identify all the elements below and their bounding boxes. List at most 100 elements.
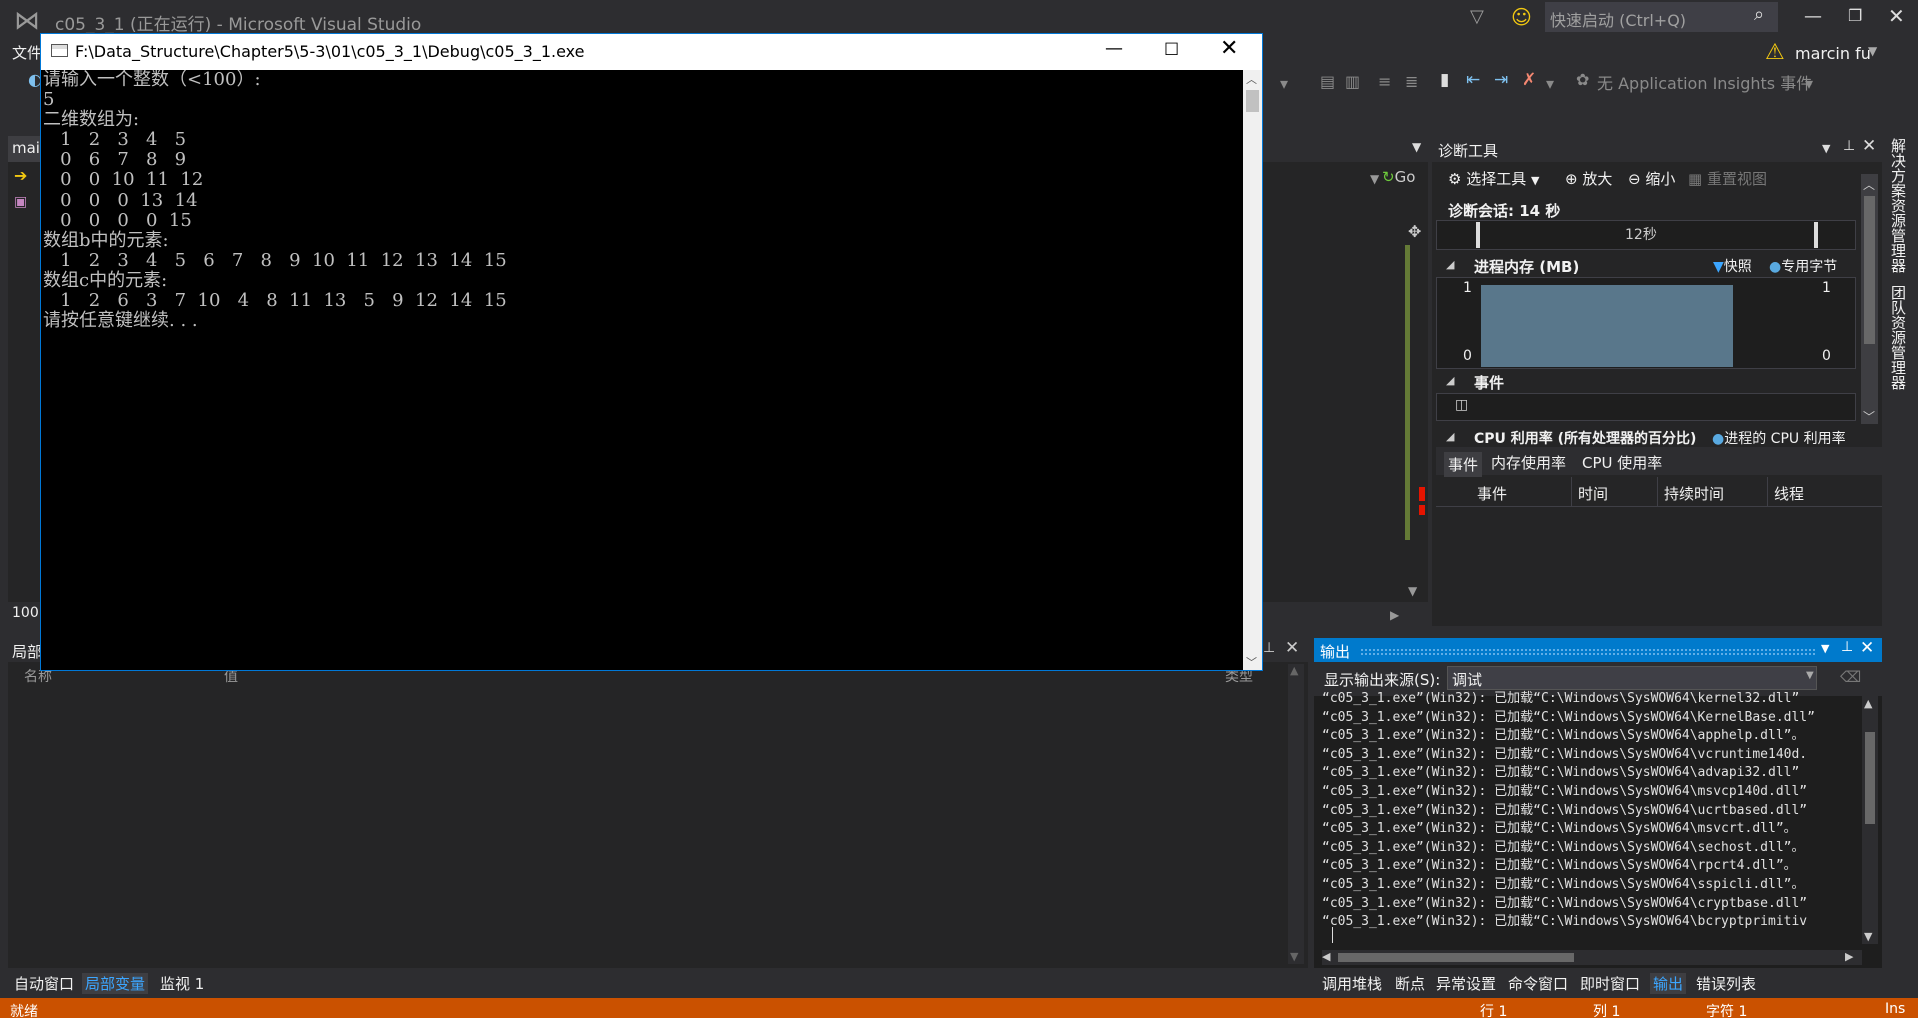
panel-menu-icon[interactable]: ▼: [1821, 642, 1829, 655]
menu-file[interactable]: 文件: [12, 42, 42, 63]
scroll-down-icon[interactable]: ▼: [1864, 930, 1872, 943]
diagnostic-session-duration: 诊断会话: 14 秒: [1448, 202, 1561, 220]
clear-all-icon[interactable]: ⌫: [1840, 668, 1861, 686]
pin-icon[interactable]: ⊥: [1263, 640, 1275, 656]
warning-icon[interactable]: ⚠: [1765, 40, 1785, 65]
column-thread[interactable]: 线程: [1774, 483, 1804, 504]
scroll-up-icon[interactable]: ︿: [1863, 176, 1875, 193]
scroll-up-icon[interactable]: ▲: [1864, 697, 1872, 710]
close-icon[interactable]: ✕: [1285, 638, 1299, 658]
outdent-icon[interactable]: ▥: [1345, 72, 1360, 91]
output-log[interactable]: “c05_3_1.exe”(Win32): 已加载“C:\Windows\Sys…: [1322, 690, 1862, 930]
close-icon[interactable]: ✕: [1860, 638, 1874, 658]
application-insights-events[interactable]: 无 Application Insights 事件: [1597, 70, 1812, 94]
status-insert-mode: Ins: [1885, 1001, 1906, 1017]
tab-immediate-window[interactable]: 即时窗口: [1580, 973, 1640, 994]
current-line-arrow-icon: ➔: [14, 166, 28, 185]
scroll-up-icon[interactable]: ︿: [1246, 71, 1257, 87]
tab-exception-settings[interactable]: 异常设置: [1436, 973, 1496, 994]
previous-bookmark-icon[interactable]: ⇤: [1466, 70, 1480, 90]
tab-watch-1[interactable]: 监视 1: [160, 973, 204, 994]
tab-memory-usage[interactable]: 内存使用率: [1491, 452, 1566, 473]
indent-icon[interactable]: ▤: [1320, 72, 1335, 91]
solution-explorer-tab[interactable]: 解决方案资源管理器: [1888, 138, 1909, 273]
tab-locals[interactable]: 局部变量: [82, 973, 149, 994]
minimize-icon[interactable]: —: [1804, 6, 1822, 27]
search-icon[interactable]: ⌕: [1754, 4, 1764, 25]
restore-icon[interactable]: ❐: [1848, 6, 1862, 25]
editor-dropdown-icon[interactable]: ▼: [1412, 140, 1421, 154]
tab-call-stack[interactable]: 调用堆栈: [1322, 973, 1382, 994]
events-track[interactable]: [1436, 393, 1856, 421]
notification-filter-icon[interactable]: ▽: [1470, 6, 1484, 27]
process-memory-label: 进程内存 (MB): [1474, 258, 1580, 276]
close-icon[interactable]: ✕: [1220, 36, 1238, 61]
column-event[interactable]: 事件: [1477, 483, 1507, 504]
panel-menu-icon[interactable]: ▼: [1822, 142, 1830, 155]
application-insights-icon[interactable]: ✿: [1576, 70, 1589, 89]
console-scrollbar-thumb[interactable]: [1246, 90, 1259, 112]
reset-view-button[interactable]: ▦ 重置视图: [1688, 168, 1767, 189]
output-source-select[interactable]: [1447, 666, 1817, 690]
console-output[interactable]: 请输入一个整数（<100）: 5 二维数组为: 1 2 3 4 5 0 6 7 8 …: [43, 70, 1243, 668]
collapse-icon[interactable]: ◢: [1446, 374, 1454, 387]
zoom-out-icon: ⊖: [1628, 170, 1641, 188]
scroll-right-icon[interactable]: ▶: [1845, 950, 1853, 963]
tab-breakpoints[interactable]: 断点: [1395, 973, 1425, 994]
scroll-right-icon[interactable]: ▶: [1390, 608, 1399, 622]
locals-scrollbar[interactable]: [1288, 664, 1304, 964]
comment-icon[interactable]: ≡: [1378, 72, 1391, 91]
members-dropdown-icon[interactable]: ▼: [1370, 172, 1379, 186]
bookmark-icon[interactable]: ▮: [1440, 70, 1449, 90]
scroll-down-icon[interactable]: ﹀: [1246, 654, 1257, 670]
account-name[interactable]: marcin fu: [1795, 44, 1871, 63]
chevron-down-icon[interactable]: ▼: [1806, 670, 1814, 681]
tab-error-list[interactable]: 错误列表: [1696, 973, 1756, 994]
column-time[interactable]: 时间: [1578, 483, 1608, 504]
tab-cpu-usage[interactable]: CPU 使用率: [1582, 452, 1662, 473]
scroll-up-icon[interactable]: ▲: [1290, 664, 1298, 677]
close-icon[interactable]: ✕: [1888, 4, 1905, 28]
output-horizontal-scrollbar-thumb[interactable]: [1338, 953, 1574, 962]
console-line: 1 2 3 4 5: [43, 129, 187, 151]
scroll-left-icon[interactable]: ◀: [1322, 950, 1330, 963]
clear-bookmarks-icon[interactable]: ✗: [1522, 70, 1536, 90]
chevron-down-icon[interactable]: ▼: [1868, 44, 1877, 58]
select-tools-button[interactable]: ⚙ 选择工具 ▼: [1448, 168, 1540, 189]
breakpoint-marker: [1419, 487, 1425, 501]
close-icon[interactable]: ✕: [1862, 136, 1876, 156]
toolbar-options-icon[interactable]: ▾: [1546, 74, 1554, 93]
dropdown-arrow-icon[interactable]: ▾: [1280, 74, 1288, 93]
go-button[interactable]: ↻Go: [1382, 168, 1415, 186]
uncomment-icon[interactable]: ≣: [1405, 72, 1418, 91]
timeline-end-handle[interactable]: [1814, 222, 1818, 248]
feedback-smiley-icon[interactable]: ☺: [1511, 5, 1532, 29]
scroll-down-icon[interactable]: ▼: [1290, 950, 1298, 963]
tab-events[interactable]: 事件: [1444, 452, 1483, 477]
collapse-icon[interactable]: ◢: [1446, 430, 1454, 443]
pause-events-icon[interactable]: ◫: [1455, 397, 1468, 413]
console-scrollbar[interactable]: [1243, 70, 1262, 670]
tab-output[interactable]: 输出: [1650, 973, 1687, 994]
status-bar: [0, 998, 1918, 1018]
diagnostic-scrollbar-thumb[interactable]: [1864, 196, 1875, 344]
ai-dropdown-icon[interactable]: ▾: [1805, 74, 1813, 93]
output-scrollbar-thumb[interactable]: [1865, 732, 1875, 824]
zoom-in-button[interactable]: ⊕ 放大: [1565, 168, 1612, 189]
scroll-down-icon[interactable]: ﹀: [1863, 408, 1875, 425]
pin-icon[interactable]: ⊥: [1843, 138, 1855, 154]
collapse-icon[interactable]: ◢: [1446, 258, 1454, 271]
maximize-icon[interactable]: ☐: [1164, 40, 1179, 60]
team-explorer-tab[interactable]: 团队资源管理器: [1888, 285, 1909, 390]
minimize-icon[interactable]: —: [1105, 38, 1123, 59]
zoom-out-button[interactable]: ⊖ 缩小: [1628, 168, 1675, 189]
pin-icon[interactable]: ⊥: [1841, 639, 1853, 655]
next-bookmark-icon[interactable]: ⇥: [1494, 70, 1508, 90]
column-duration[interactable]: 持续时间: [1664, 483, 1724, 504]
tab-autos[interactable]: 自动窗口: [14, 973, 74, 994]
timeline-start-handle[interactable]: [1476, 222, 1480, 248]
split-editor-icon[interactable]: ✥: [1408, 222, 1421, 241]
editor-zoom-level[interactable]: 100: [12, 605, 39, 621]
scroll-down-icon[interactable]: ▼: [1408, 584, 1417, 598]
tab-command-window[interactable]: 命令窗口: [1508, 973, 1568, 994]
